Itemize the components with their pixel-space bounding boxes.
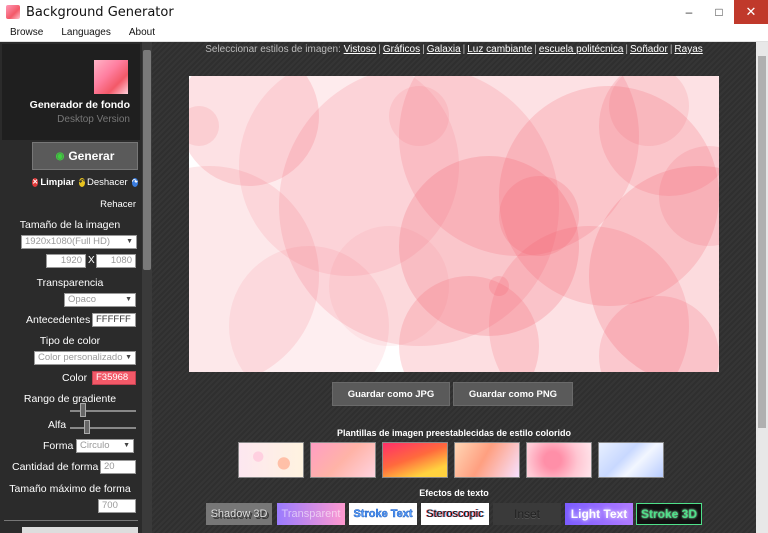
undo-link[interactable]: Deshacer (87, 177, 128, 188)
minimize-button[interactable]: – (674, 0, 704, 24)
main-scroll-thumb[interactable] (758, 56, 766, 428)
alpha-slider-track[interactable] (70, 427, 136, 429)
chevron-down-icon: ▼ (125, 296, 132, 303)
style-link-galaxy[interactable]: Galaxia (427, 44, 461, 55)
app-name: Generador de fondo (29, 99, 130, 111)
effect-inset[interactable]: Inset (493, 503, 561, 525)
template-thumbnail[interactable] (526, 442, 592, 478)
generate-button[interactable]: ◉ Generar (32, 142, 138, 170)
effect-light-text[interactable]: Light Text (565, 503, 633, 525)
close-button[interactable]: ✕ (734, 0, 768, 24)
redo-link[interactable]: Rehacer (0, 199, 136, 210)
sidebar-scroll-thumb[interactable] (143, 50, 151, 270)
color-type-label: Tipo de color (39, 335, 101, 347)
menu-browse[interactable]: Browse (0, 27, 51, 38)
shape-value: Circulo (80, 440, 110, 451)
maximize-button[interactable]: □ (704, 0, 734, 24)
effect-shadow-3d[interactable]: Shadow 3D (206, 503, 272, 525)
gradient-slider-thumb[interactable] (80, 403, 86, 417)
alpha-label: Alfa (48, 419, 67, 431)
style-link-polytechnic[interactable]: escuela politécnica (539, 44, 624, 55)
undo-icon[interactable]: ↶ (78, 177, 85, 187)
x-separator: X (88, 255, 95, 266)
style-link-colorful[interactable]: Vistoso (344, 44, 377, 55)
chevron-down-icon: ▼ (123, 442, 130, 449)
color-label: Color (62, 372, 88, 384)
app-logo (94, 60, 128, 94)
background-label: Antecedentes (26, 314, 91, 326)
template-thumbnail[interactable] (382, 442, 448, 478)
color-type-select[interactable]: Color personalizado ▼ (34, 351, 136, 365)
template-thumbnail[interactable] (310, 442, 376, 478)
template-thumbnail[interactable] (238, 442, 304, 478)
action-row: ✕ Limpiar ↶ Deshacer ↷ (32, 175, 140, 189)
title-bar: Background Generator – □ ✕ (0, 0, 768, 24)
app-icon (6, 5, 20, 19)
image-size-select[interactable]: 1920x1080(Full HD) ▼ (21, 235, 137, 249)
shape-label: Forma (43, 440, 74, 452)
transparency-select[interactable]: Opaco ▼ (64, 293, 136, 307)
style-link-graphics[interactable]: Gráficos (383, 44, 420, 55)
style-link-dreamer[interactable]: Soñador (630, 44, 668, 55)
shape-select[interactable]: Circulo ▼ (76, 439, 134, 453)
save-jpg-button[interactable]: Guardar como JPG (332, 382, 450, 406)
generated-image-preview (189, 76, 719, 372)
background-color-input[interactable]: FFFFFF (92, 313, 136, 327)
image-size-label: Tamaño de la imagen (19, 219, 121, 231)
more-settings-field[interactable] (22, 527, 138, 533)
app-version: Desktop Version (57, 114, 130, 125)
style-link-stripes[interactable]: Rayas (674, 44, 702, 55)
transparency-label: Transparencia (36, 277, 104, 289)
save-png-button[interactable]: Guardar como PNG (453, 382, 573, 406)
effect-transparent[interactable]: Transparent (277, 503, 345, 525)
style-selector: Seleccionar estilos de imagen: Vistoso | G… (205, 44, 703, 55)
shape-count-input[interactable]: 20 (100, 460, 136, 474)
shape-count-label: Cantidad de forma (12, 461, 99, 473)
main-scrollbar[interactable] (756, 42, 768, 533)
redo-icon[interactable]: ↷ (131, 177, 139, 187)
menu-about[interactable]: About (119, 27, 163, 38)
bubble-background-image (189, 76, 719, 372)
settings-sidebar: Generador de fondo Desktop Version ◉ Gen… (0, 42, 152, 533)
transparency-value: Opaco (68, 294, 96, 305)
main-area: Seleccionar estilos de imagen: Vistoso | G… (152, 42, 768, 533)
sidebar-header: Generador de fondo Desktop Version (2, 44, 140, 140)
window-title: Background Generator (26, 4, 174, 20)
clear-icon[interactable]: ✕ (32, 177, 39, 187)
gradient-label: Rango de gradiente (23, 393, 117, 405)
alpha-slider-thumb[interactable] (84, 420, 90, 434)
window-controls: – □ ✕ (674, 0, 768, 24)
chevron-down-icon: ▼ (126, 238, 133, 245)
styles-prefix: Seleccionar estilos de imagen: (205, 44, 341, 55)
max-size-label: Tamaño máximo de forma (9, 483, 131, 495)
style-link-changing-light[interactable]: Luz cambiante (467, 44, 532, 55)
width-input[interactable]: 1920 (46, 254, 86, 268)
sidebar-scrollbar[interactable] (142, 42, 152, 533)
menu-bar: Browse Languages About (0, 24, 768, 42)
template-thumbnail[interactable] (598, 442, 664, 478)
effect-stroke-3d[interactable]: Stroke 3D (636, 503, 702, 525)
play-icon: ◉ (55, 150, 65, 162)
effect-stroke-text[interactable]: Stroke Text (349, 503, 417, 525)
color-input[interactable]: F35968 (92, 371, 136, 385)
clear-link[interactable]: Limpiar (40, 177, 74, 188)
max-size-input[interactable]: 700 (98, 499, 136, 513)
template-thumbnail[interactable] (454, 442, 520, 478)
color-type-value: Color personalizado (38, 352, 123, 363)
effect-steroscopic[interactable]: Steroscopic (421, 503, 489, 525)
height-input[interactable]: 1080 (96, 254, 136, 268)
menu-languages[interactable]: Languages (51, 27, 119, 38)
generate-label: Generar (68, 149, 115, 163)
chevron-down-icon: ▼ (125, 354, 132, 361)
templates-title: Plantillas de imagen preestablecidas de … (336, 428, 572, 438)
image-size-value: 1920x1080(Full HD) (25, 236, 111, 247)
divider (4, 520, 138, 521)
text-effects-title: Efectos de texto (419, 488, 489, 498)
